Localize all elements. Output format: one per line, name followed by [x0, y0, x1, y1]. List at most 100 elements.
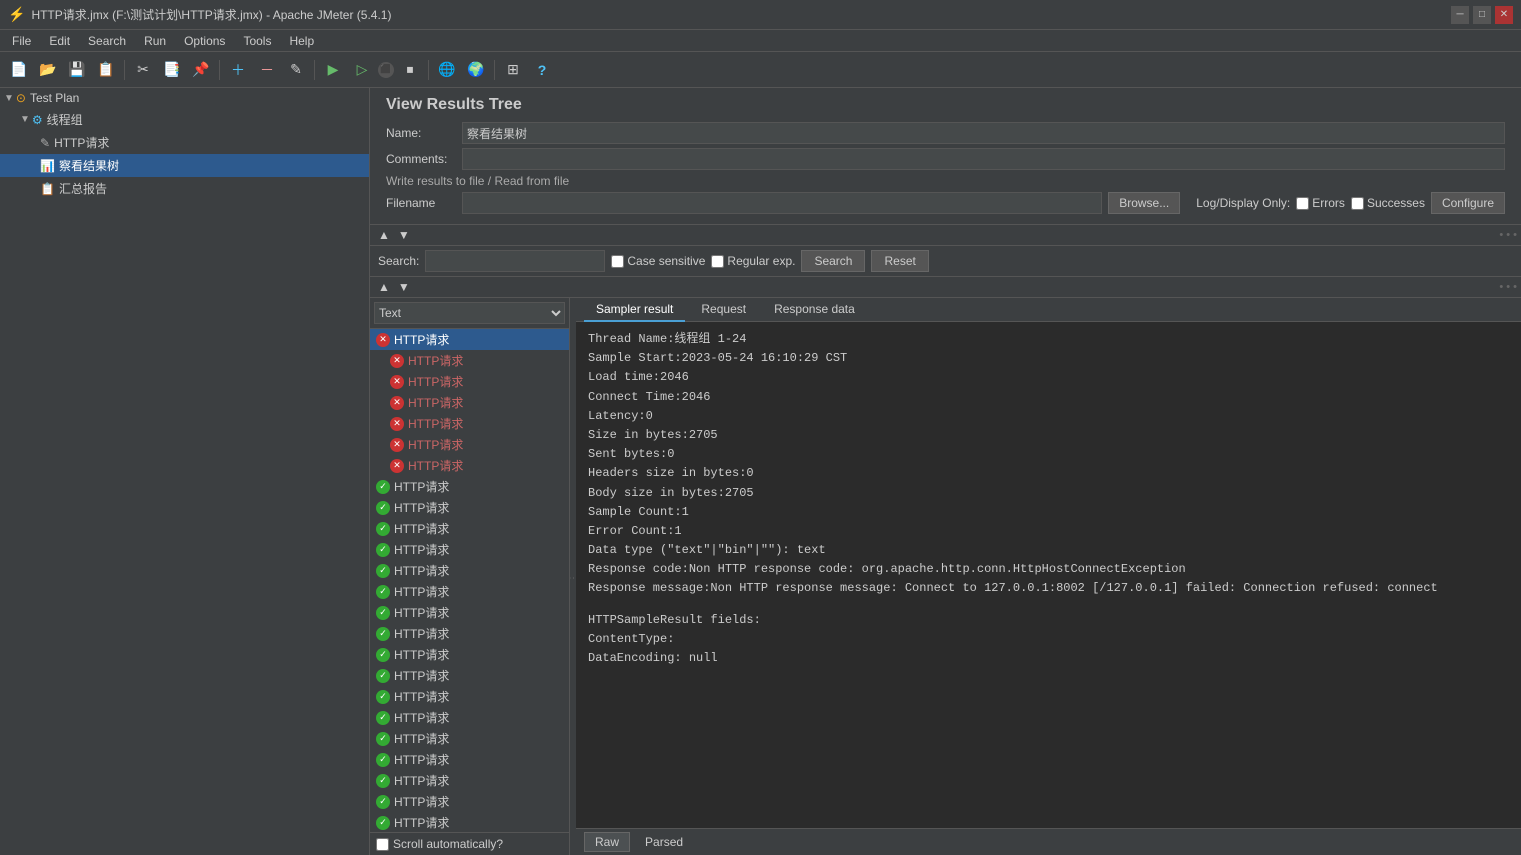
result-item-14[interactable]: ✓ HTTP请求 [370, 623, 569, 644]
log-display-label: Log/Display Only: [1196, 196, 1290, 210]
close-button[interactable]: ✕ [1495, 6, 1513, 24]
result-item-10[interactable]: ✓ HTTP请求 [370, 539, 569, 560]
remote-button[interactable]: 🌐 [434, 57, 460, 83]
info-button[interactable]: ? [529, 57, 555, 83]
result-item-13[interactable]: ✓ HTTP请求 [370, 602, 569, 623]
menu-file[interactable]: File [4, 32, 39, 50]
success-icon-19: ✓ [376, 732, 390, 746]
reset-button[interactable]: Reset [871, 250, 928, 272]
result-item-22[interactable]: ✓ HTTP请求 [370, 791, 569, 812]
result-item-11[interactable]: ✓ HTTP请求 [370, 560, 569, 581]
window-title: ⚡ HTTP请求.jmx (F:\测试计划\HTTP请求.jmx) - Apac… [8, 6, 391, 23]
filename-input[interactable] [462, 192, 1102, 214]
cut-button[interactable]: ✂ [130, 57, 156, 83]
copy-button[interactable]: 📑 [159, 57, 185, 83]
paste-button[interactable]: 📌 [188, 57, 214, 83]
tree-item-viewresults[interactable]: 📊 察看结果树 [0, 154, 369, 177]
regular-exp-label[interactable]: Regular exp. [711, 254, 795, 268]
saveas-button[interactable]: 📋 [93, 57, 119, 83]
filename-label: Filename [386, 196, 456, 210]
stop-button[interactable]: ⬛ [378, 62, 394, 78]
result-item-4[interactable]: ✕ HTTP请求 [370, 413, 569, 434]
result-item-16[interactable]: ✓ HTTP请求 [370, 665, 569, 686]
minimize-button[interactable]: ─ [1451, 6, 1469, 24]
success-icon-20: ✓ [376, 753, 390, 767]
result-item-17[interactable]: ✓ HTTP请求 [370, 686, 569, 707]
successes-checkbox[interactable] [1351, 197, 1364, 210]
tree-item-testplan[interactable]: ▼ ⊙ Test Plan [0, 88, 369, 108]
result-item-20[interactable]: ✓ HTTP请求 [370, 749, 569, 770]
success-icon-7: ✓ [376, 480, 390, 494]
down-arrow-button[interactable]: ▼ [394, 227, 414, 243]
result-item-0[interactable]: ✕ HTTP请求 [370, 329, 569, 350]
sent-bytes-line: Sent bytes:0 [588, 445, 1509, 464]
result-item-21[interactable]: ✓ HTTP请求 [370, 770, 569, 791]
vrt-title: View Results Tree [386, 96, 1505, 114]
menu-search[interactable]: Search [80, 32, 134, 50]
result-item-23[interactable]: ✓ HTTP请求 [370, 812, 569, 832]
more-options1[interactable]: • • • [1499, 229, 1517, 241]
menu-run[interactable]: Run [136, 32, 174, 50]
tab-sampler-result[interactable]: Sampler result [584, 298, 685, 322]
stop-now-button[interactable]: ⏹ [397, 57, 423, 83]
add-button[interactable]: ＋ [225, 57, 251, 83]
result-item-6[interactable]: ✕ HTTP请求 [370, 455, 569, 476]
up-arrow-button[interactable]: ▲ [374, 227, 394, 243]
result-item-18[interactable]: ✓ HTTP请求 [370, 707, 569, 728]
filter-select[interactable]: Text RegExp Tester CSS/JQuery XPath Test… [374, 302, 565, 324]
tree-item-threadgroup[interactable]: ▼ ⚙ 线程组 [0, 108, 369, 131]
tab-request[interactable]: Request [689, 298, 758, 322]
result-item-5[interactable]: ✕ HTTP请求 [370, 434, 569, 455]
errors-checkbox-label[interactable]: Errors [1296, 196, 1345, 210]
result-item-2[interactable]: ✕ HTTP请求 [370, 371, 569, 392]
testplan-icon: ⊙ [16, 91, 26, 105]
down-arrow-button2[interactable]: ▼ [394, 279, 414, 295]
template-button[interactable]: ⊞ [500, 57, 526, 83]
tab-response-data[interactable]: Response data [762, 298, 867, 322]
success-icon-23: ✓ [376, 816, 390, 830]
more-options2[interactable]: • • • [1499, 281, 1517, 293]
result-item-9[interactable]: ✓ HTTP请求 [370, 518, 569, 539]
bottom-tab-raw[interactable]: Raw [584, 832, 630, 852]
success-icon-11: ✓ [376, 564, 390, 578]
search-label: Search: [378, 254, 419, 268]
result-item-7[interactable]: ✓ HTTP请求 [370, 476, 569, 497]
save-button[interactable]: 💾 [64, 57, 90, 83]
regular-exp-checkbox[interactable] [711, 255, 724, 268]
remote2-button[interactable]: 🌍 [463, 57, 489, 83]
result-item-15[interactable]: ✓ HTTP请求 [370, 644, 569, 665]
menu-tools[interactable]: Tools [235, 32, 279, 50]
open-button[interactable]: 📂 [35, 57, 61, 83]
search-input[interactable] [425, 250, 605, 272]
menu-options[interactable]: Options [176, 32, 233, 50]
run-button[interactable]: ▶ [320, 57, 346, 83]
result-item-8[interactable]: ✓ HTTP请求 [370, 497, 569, 518]
result-item-3[interactable]: ✕ HTTP请求 [370, 392, 569, 413]
expand-button[interactable]: ✎ [283, 57, 309, 83]
configure-button[interactable]: Configure [1431, 192, 1505, 214]
errors-checkbox[interactable] [1296, 197, 1309, 210]
menu-edit[interactable]: Edit [41, 32, 78, 50]
bottom-tab-parsed[interactable]: Parsed [634, 832, 694, 852]
run-nonstop-button[interactable]: ▷ [349, 57, 375, 83]
new-button[interactable]: 📄 [6, 57, 32, 83]
scroll-auto-checkbox[interactable] [376, 838, 389, 851]
httprequest-icon: ✎ [40, 136, 50, 150]
delete-button[interactable]: － [254, 57, 280, 83]
menu-help[interactable]: Help [281, 32, 322, 50]
tree-item-summary[interactable]: 📋 汇总报告 [0, 177, 369, 200]
maximize-button[interactable]: □ [1473, 6, 1491, 24]
name-input[interactable] [462, 122, 1505, 144]
browse-button[interactable]: Browse... [1108, 192, 1180, 214]
result-item-12[interactable]: ✓ HTTP请求 [370, 581, 569, 602]
case-sensitive-checkbox[interactable] [611, 255, 624, 268]
result-item-1[interactable]: ✕ HTTP请求 [370, 350, 569, 371]
search-button[interactable]: Search [801, 250, 865, 272]
result-item-19[interactable]: ✓ HTTP请求 [370, 728, 569, 749]
comments-input[interactable] [462, 148, 1505, 170]
tree-item-httprequest[interactable]: ✎ HTTP请求 [0, 131, 369, 154]
successes-checkbox-label[interactable]: Successes [1351, 196, 1425, 210]
up-arrow-button2[interactable]: ▲ [374, 279, 394, 295]
scroll-auto-row: Scroll automatically? [370, 832, 569, 855]
case-sensitive-label[interactable]: Case sensitive [611, 254, 705, 268]
